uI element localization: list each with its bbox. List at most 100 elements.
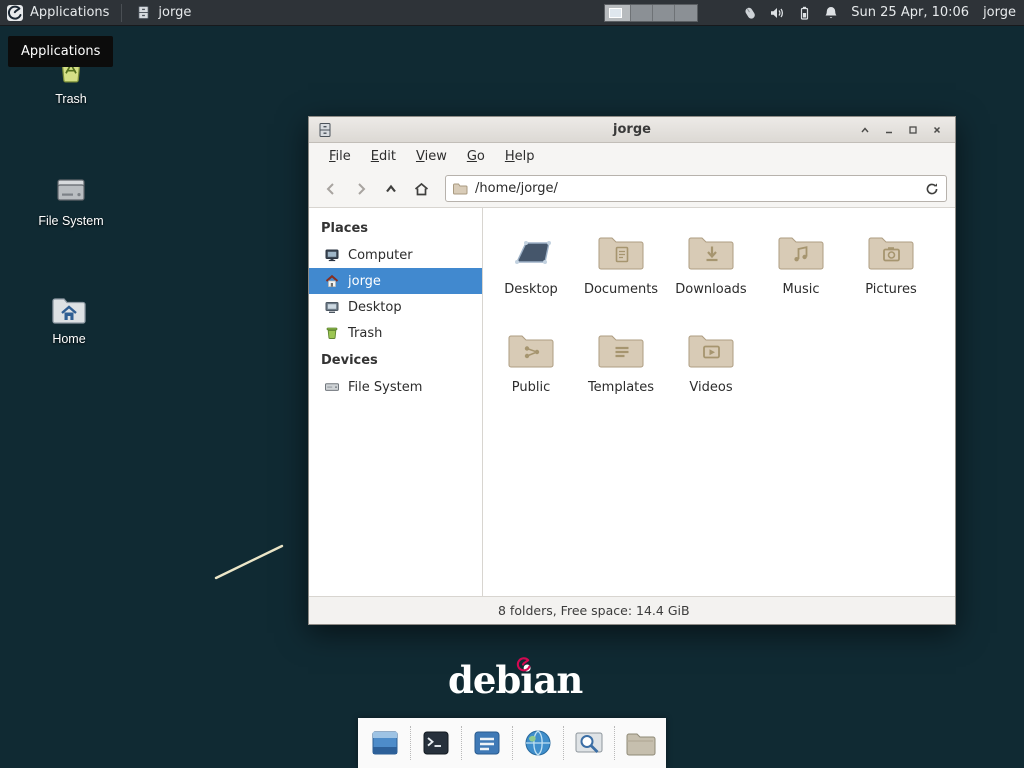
taskbar-button-jorge[interactable]: jorge [128, 2, 332, 24]
file-pictures[interactable]: Pictures [846, 222, 936, 320]
sidebar-item-desktop[interactable]: Desktop [309, 294, 482, 320]
file-label: Pictures [865, 282, 916, 297]
window-icon [369, 727, 401, 759]
folder-downloads-icon [687, 231, 735, 271]
file-downloads[interactable]: Downloads [666, 222, 756, 320]
file-templates[interactable]: Templates [576, 320, 666, 418]
applications-menu-icon [6, 4, 24, 22]
window-miniature [609, 8, 622, 18]
sidebar-item-label: jorge [348, 274, 381, 289]
places-header: Places [309, 216, 482, 242]
titlebar[interactable]: jorge [309, 117, 955, 143]
debian-logo: debian [448, 658, 578, 702]
file-manager-icon[interactable] [622, 725, 658, 761]
workspace-1[interactable] [605, 5, 631, 21]
chevron-right-icon [353, 181, 369, 197]
mail-reader-icon[interactable] [469, 725, 505, 761]
workspace-4[interactable] [675, 5, 697, 21]
drive-icon [53, 172, 89, 208]
file-label: Templates [588, 380, 654, 395]
file-desktop[interactable]: Desktop [486, 222, 576, 320]
maximize-icon [908, 125, 918, 135]
menu-help[interactable]: Help [495, 145, 545, 168]
close-button[interactable] [927, 120, 947, 140]
desktop-icon-home[interactable]: Home [23, 292, 115, 346]
terminal-icon[interactable] [418, 725, 454, 761]
file-documents[interactable]: Documents [576, 222, 666, 320]
sidebar-item-label: File System [348, 380, 422, 395]
speaker-icon [769, 5, 785, 21]
magnifier-icon [573, 727, 605, 759]
notifications-tray-icon[interactable] [823, 5, 839, 21]
workspace-switcher[interactable] [604, 4, 698, 22]
forward-button[interactable] [347, 175, 375, 203]
menu-file[interactable]: File [319, 145, 361, 168]
folder-documents-icon [597, 231, 645, 271]
show-desktop-icon[interactable] [367, 725, 403, 761]
terminal-glyph [420, 727, 452, 759]
file-public[interactable]: Public [486, 320, 576, 418]
taskbar-label: jorge [158, 5, 324, 20]
battery-icon [796, 5, 812, 21]
top-panel: Applications jorge [0, 0, 1024, 26]
file-music[interactable]: Music [756, 222, 846, 320]
maximize-button[interactable] [903, 120, 923, 140]
folder-icon [624, 727, 656, 759]
chevron-up-icon [860, 125, 870, 135]
desktop-icon-label: Home [52, 332, 85, 346]
workspace-2[interactable] [631, 5, 653, 21]
sidebar-item-computer[interactable]: Computer [309, 242, 482, 268]
folder-videos-icon [687, 329, 735, 369]
minimize-button[interactable] [879, 120, 899, 140]
wallpaper-line [212, 540, 292, 584]
file-label: Desktop [504, 282, 558, 297]
tooltip-text: Applications [21, 44, 100, 59]
mouse-tray-icon[interactable] [742, 5, 758, 21]
up-button[interactable] [377, 175, 405, 203]
file-label: Downloads [675, 282, 746, 297]
menubar: File Edit View Go Help [309, 143, 955, 170]
sidebar-item-trash[interactable]: Trash [309, 320, 482, 346]
volume-tray-icon[interactable] [769, 5, 785, 21]
home-button[interactable] [407, 175, 435, 203]
menu-go[interactable]: Go [457, 145, 495, 168]
dock-separator [563, 726, 564, 760]
folder-pictures-icon [867, 231, 915, 271]
file-manager-window: jorge File Edit View Go Help [308, 116, 956, 625]
desktop: debian Trash File System H [0, 0, 1024, 768]
reload-button[interactable] [924, 181, 940, 197]
home-folder-icon [50, 292, 88, 326]
shade-button[interactable] [855, 120, 875, 140]
applications-menu-button[interactable]: Applications [0, 0, 119, 25]
desktop-icon-label: Trash [55, 92, 87, 106]
desktop-icon-label: File System [38, 214, 103, 228]
path-entry[interactable]: /home/jorge/ [445, 175, 947, 202]
sidebar-item-label: Computer [348, 248, 413, 263]
web-browser-icon[interactable] [520, 725, 556, 761]
home-icon [324, 273, 340, 289]
chevron-up-icon [383, 181, 399, 197]
mouse-icon [742, 5, 758, 21]
application-finder-icon[interactable] [571, 725, 607, 761]
home-icon [413, 181, 430, 197]
menu-edit[interactable]: Edit [361, 145, 406, 168]
dock-separator [461, 726, 462, 760]
trash-icon [324, 325, 340, 341]
file-label: Public [512, 380, 550, 395]
sidebar-item-label: Desktop [348, 300, 402, 315]
clock[interactable]: Sun 25 Apr, 10:06 [851, 5, 969, 20]
file-cabinet-icon [136, 5, 151, 20]
sidebar-item-jorge[interactable]: jorge [309, 268, 482, 294]
back-button[interactable] [317, 175, 345, 203]
battery-tray-icon[interactable] [796, 5, 812, 21]
desktop-icon-file-system[interactable]: File System [25, 172, 117, 228]
files-view: Desktop Documents Do [483, 208, 955, 596]
sidebar-item-file-system[interactable]: File System [309, 374, 482, 400]
dock [358, 718, 666, 768]
folder-templates-icon [597, 329, 645, 369]
workspace-3[interactable] [653, 5, 675, 21]
file-videos[interactable]: Videos [666, 320, 756, 418]
status-text: 8 folders, Free space: 14.4 GiB [498, 603, 690, 618]
system-tray [742, 5, 839, 21]
menu-view[interactable]: View [406, 145, 457, 168]
